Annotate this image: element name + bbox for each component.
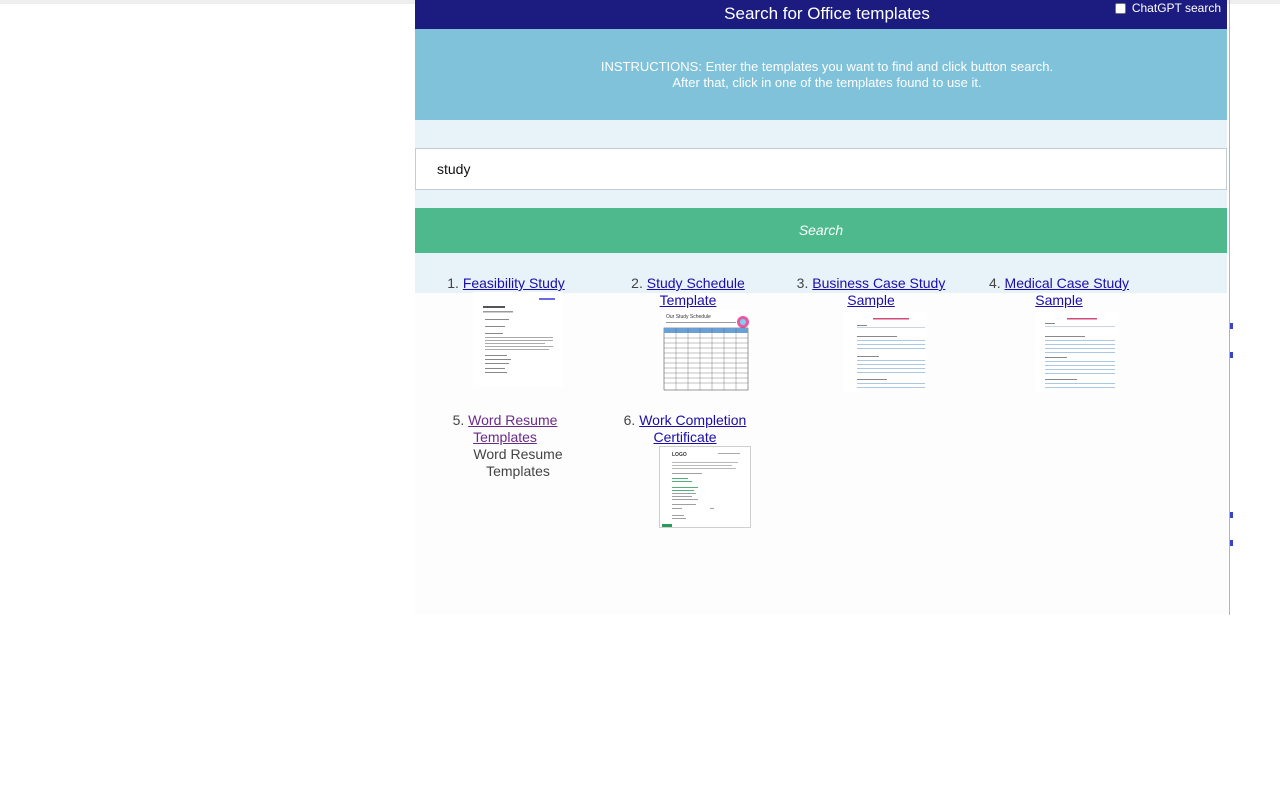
panel-header: Search for Office templates ChatGPT sear… [415,0,1227,29]
alt-text-line-1: Word Resume [473,446,563,462]
instructions-line-1: INSTRUCTIONS: Enter the templates you wa… [600,59,1054,74]
result-number: 1. [447,275,459,291]
result-item-2: 2. Study Schedule Template [613,275,763,309]
offscreen-edge-mark [1230,323,1233,329]
document-preview-icon [473,292,563,387]
alt-text-line-2: Templates [486,463,550,479]
offscreen-edge-mark [1230,512,1233,518]
search-area: Search [415,120,1227,293]
result-item-5: 5. Word Resume Templates [435,412,575,446]
result-link-feasibility-study[interactable]: Feasibility Study [463,275,565,291]
result-number: 2. [631,275,643,291]
result-link-business-case-study-line2[interactable]: Sample [847,292,894,308]
result-link-work-completion-certificate[interactable]: Work Completion [639,412,746,428]
result-link-study-schedule-template[interactable]: Study Schedule [647,275,745,291]
document-preview-icon [843,312,927,392]
result-link-work-completion-certificate-line2[interactable]: Certificate [653,429,716,445]
result-number: 6. [623,412,636,428]
template-search-panel: Search for Office templates ChatGPT sear… [415,0,1227,615]
result-thumbnail-feasibility-study[interactable] [473,292,563,387]
result-link-medical-case-study[interactable]: Medical Case Study [1005,275,1130,291]
search-input[interactable] [415,148,1227,190]
panel-right-border [1229,0,1230,615]
result-item-1: 1. Feasibility Study [431,275,581,292]
result-number: 3. [796,275,809,291]
result-thumbnail-medical-case-study[interactable] [1035,312,1119,392]
result-number: 4. [988,275,1001,291]
offscreen-edge-mark [1230,352,1233,358]
certificate-preview-icon: LOGO [660,447,750,527]
schedule-preview-icon: Our Study Schedule [661,310,751,392]
result-item-6: 6. Work Completion Certificate [611,412,759,446]
instructions-line-2: After that, click in one of the template… [672,75,982,90]
result-thumbnail-business-case-study[interactable] [843,312,927,392]
chatgpt-search-label: ChatGPT search [1131,1,1221,15]
result-link-study-schedule-template-line2[interactable]: Template [660,292,717,308]
certificate-thumb-logo: LOGO [672,452,687,458]
instructions-box: INSTRUCTIONS: Enter the templates you wa… [415,29,1227,120]
chatgpt-search-checkbox[interactable] [1114,2,1126,14]
chatgpt-search-toggle[interactable]: ChatGPT search [1114,1,1221,15]
result-link-medical-case-study-line2[interactable]: Sample [1035,292,1082,308]
search-button[interactable]: Search [415,208,1227,253]
result-link-business-case-study[interactable]: Business Case Study [812,275,945,291]
result-link-word-resume-templates[interactable]: Word Resume [468,412,557,428]
result-link-word-resume-templates-line2[interactable]: Templates [473,429,537,445]
result-thumbnail-study-schedule[interactable]: Our Study Schedule [661,310,751,392]
offscreen-edge-mark [1230,540,1233,546]
result-thumbnail-work-completion-certificate[interactable]: LOGO [659,446,751,528]
broken-image-alt-text[interactable]: Word Resume Templates [463,446,573,480]
document-preview-icon [1035,312,1119,392]
result-number: 5. [452,412,465,428]
schedule-thumb-heading: Our Study Schedule [666,314,711,320]
result-item-3: 3. Business Case Study Sample [793,275,949,309]
result-item-4: 4. Medical Case Study Sample [981,275,1137,309]
